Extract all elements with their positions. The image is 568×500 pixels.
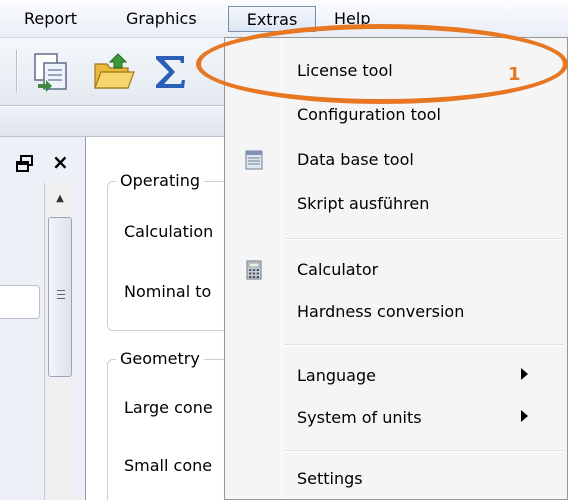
- menu-separator: [285, 450, 563, 452]
- menu-separator: [285, 238, 563, 240]
- extras-dropdown-menu: License tool Configuration tool Data bas…: [224, 37, 568, 500]
- menu-item-database-tool[interactable]: Data base tool: [225, 142, 567, 178]
- menu-item-label: Hardness conversion: [297, 302, 465, 321]
- grip-line: [57, 298, 65, 299]
- menu-item-label: Language: [297, 366, 376, 385]
- panel-input-field[interactable]: [0, 285, 40, 319]
- menu-item-label: Skript ausführen: [297, 194, 430, 213]
- menu-item-label: System of units: [297, 408, 422, 427]
- open-folder-icon[interactable]: [92, 50, 136, 94]
- calculation-label: Calculation: [124, 222, 214, 241]
- operating-group-legend: Operating: [116, 171, 204, 191]
- submenu-arrow-icon: [521, 410, 528, 422]
- vertical-scrollbar[interactable]: ▲: [44, 183, 74, 500]
- menu-item-run-script[interactable]: Skript ausführen: [225, 186, 567, 222]
- grip-line: [57, 294, 65, 295]
- menu-item-label: Data base tool: [297, 150, 414, 169]
- sum-icon[interactable]: [148, 50, 192, 94]
- nominal-label: Nominal to: [124, 282, 212, 301]
- scroll-up-icon[interactable]: ▲: [45, 187, 75, 211]
- menu-item-system-of-units[interactable]: System of units: [225, 400, 567, 436]
- submenu-arrow-icon: [521, 368, 528, 380]
- panel-close-icon[interactable]: ×: [52, 149, 69, 175]
- geometry-group-legend: Geometry: [116, 349, 204, 369]
- menu-item-configuration-tool[interactable]: Configuration tool: [225, 101, 567, 137]
- menu-item-label: Settings: [297, 469, 363, 488]
- grip-line: [57, 290, 65, 291]
- database-icon: [245, 150, 263, 170]
- callout-number: 1: [508, 64, 521, 85]
- restore-window-icon[interactable]: [16, 155, 34, 173]
- menu-item-settings[interactable]: Settings: [225, 461, 567, 497]
- menu-item-label: Calculator: [297, 260, 379, 279]
- scroll-thumb[interactable]: [48, 217, 72, 377]
- menu-separator: [285, 344, 563, 346]
- side-panel: × ▲: [0, 137, 86, 500]
- small-cone-label: Small cone: [124, 456, 213, 475]
- menu-item-language[interactable]: Language: [225, 358, 567, 394]
- menu-report[interactable]: Report: [24, 6, 77, 32]
- toolbar-separator: [16, 50, 18, 92]
- menu-item-label: Configuration tool: [297, 105, 441, 124]
- menu-item-hardness-conversion[interactable]: Hardness conversion: [225, 294, 567, 330]
- panel-header: ×: [0, 145, 86, 181]
- calculator-icon: [245, 260, 263, 280]
- menu-item-calculator[interactable]: Calculator: [225, 252, 567, 288]
- copy-icon[interactable]: [30, 50, 74, 94]
- large-cone-label: Large cone: [124, 398, 213, 417]
- menu-graphics[interactable]: Graphics: [126, 6, 197, 32]
